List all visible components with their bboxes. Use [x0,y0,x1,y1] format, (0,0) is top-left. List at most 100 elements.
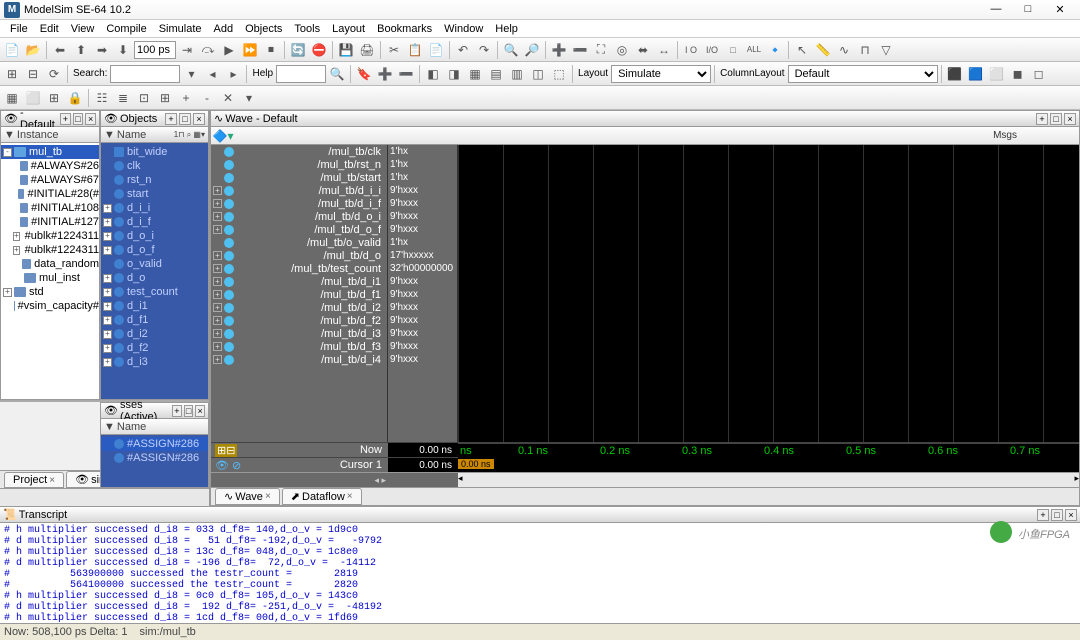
wave-signal-names[interactable]: /mul_tb/clk/mul_tb/rst_n/mul_tb/start +/m… [211,145,388,442]
sim-tree[interactable]: -mul_tb#ALWAYS#26#ALWAYS#67#INITIAL#28(#… [1,143,99,399]
expand-button[interactable]: ⊞ [2,64,22,84]
sim-item[interactable]: #ALWAYS#67 [1,173,99,187]
tab-dataflow[interactable]: ⬈Dataflow× [282,488,362,505]
wave-signal-name[interactable]: +/mul_tb/d_f2 [211,314,387,327]
tab-project[interactable]: Project× [4,472,64,488]
nav-back-button[interactable]: ⬅ [50,40,70,60]
undo-button[interactable]: ↶ [453,40,473,60]
zoom-cursor-button[interactable]: ◎ [612,40,632,60]
stop-button[interactable]: ⏹ [261,40,281,60]
processes-column-header[interactable]: ▼Name [101,419,208,435]
panel-max-button[interactable]: □ [184,405,194,417]
io2-button[interactable]: I/O [702,40,722,60]
panel-close-button[interactable]: × [195,405,205,417]
edge-button[interactable]: ⊓ [855,40,875,60]
extra10-button[interactable]: - [197,88,217,108]
object-item[interactable]: +d_i1 [101,299,208,313]
extra7-button[interactable]: ⊡ [134,88,154,108]
object-item[interactable]: +d_f2 [101,341,208,355]
panel-close-button[interactable]: × [193,113,205,125]
menu-add[interactable]: Add [208,23,240,35]
new-button[interactable]: 📄 [2,40,22,60]
wave-signal-name[interactable]: /mul_tb/clk [211,145,387,158]
wave-tool5-button[interactable]: ▥ [507,64,527,84]
run-button[interactable]: ▶ [219,40,239,60]
maximize-button[interactable]: □ [1016,3,1040,16]
extra4-button[interactable]: 🔒 [65,88,85,108]
wave-signal-name[interactable]: +/mul_tb/d_o_f [211,223,387,236]
menu-view[interactable]: View [65,23,101,35]
collapse-button[interactable]: ⊟ [23,64,43,84]
tab-wave[interactable]: ∿Wave× [215,488,280,505]
process-item[interactable]: #ASSIGN#286 [101,451,208,465]
sim-item[interactable]: mul_inst [1,271,99,285]
wave-tool7-button[interactable]: ⬚ [549,64,569,84]
run-all-button[interactable]: ⏩ [240,40,260,60]
wave-tool3-button[interactable]: ▦ [465,64,485,84]
panel-dock-button[interactable]: + [60,113,71,125]
cut-button[interactable]: ✂ [384,40,404,60]
zoom-2x-button[interactable]: ⬌ [633,40,653,60]
break-button[interactable]: ⛔ [309,40,329,60]
wave-canvas[interactable] [458,145,1079,442]
object-item[interactable]: +test_count [101,285,208,299]
wave-signal-name[interactable]: /mul_tb/rst_n [211,158,387,171]
object-item[interactable]: +d_o_f [101,243,208,257]
wave-signal-name[interactable]: +/mul_tb/d_f1 [211,288,387,301]
object-item[interactable]: o_valid [101,257,208,271]
save-button[interactable]: 💾 [336,40,356,60]
window-tool5-button[interactable]: ◻ [1029,64,1049,84]
zoom-full-button[interactable]: ⛶ [591,40,611,60]
transcript-body[interactable]: # h multiplier successed d_i8 = 033 d_f8… [0,523,1080,623]
extra2-button[interactable]: ⬜ [23,88,43,108]
search-go-button[interactable]: ▾ [181,64,201,84]
extra3-button[interactable]: ⊞ [44,88,64,108]
window-tool3-button[interactable]: ⬜ [987,64,1007,84]
bookmark-del-button[interactable]: ➖ [396,64,416,84]
object-item[interactable]: +d_o [101,271,208,285]
nav-up-button[interactable]: ⬆ [71,40,91,60]
menu-compile[interactable]: Compile [100,23,152,35]
object-item[interactable]: bit_wide [101,145,208,159]
search-next-button[interactable]: ▸ [223,64,243,84]
menu-layout[interactable]: Layout [326,23,371,35]
close-button[interactable]: ✕ [1048,3,1072,16]
io3-button[interactable]: □ [723,40,743,60]
wave-tool1-button[interactable]: ◧ [423,64,443,84]
wave-cursor-track[interactable]: 0.00 ns [458,458,1079,472]
object-item[interactable]: rst_n [101,173,208,187]
wave-signal-name[interactable]: +/mul_tb/d_o [211,249,387,262]
wave-signal-name[interactable]: /mul_tb/start [211,171,387,184]
object-item[interactable]: start [101,187,208,201]
bookmark-button[interactable]: 🔖 [354,64,374,84]
columnlayout-select[interactable]: Default [788,65,938,83]
zoom-in-button[interactable]: ➕ [549,40,569,60]
search-field[interactable] [110,65,180,83]
extra5-button[interactable]: ☷ [92,88,112,108]
sim-item[interactable]: #INITIAL#28(# [1,187,99,201]
bookmark-add-button[interactable]: ➕ [375,64,395,84]
processes-tree[interactable]: #ASSIGN#286#ASSIGN#286 [101,435,208,487]
sim-item[interactable]: -mul_tb [1,145,99,159]
object-item[interactable]: +d_i3 [101,355,208,369]
find-next-button[interactable]: 🔎 [522,40,542,60]
sim-column-header[interactable]: ▼Instance [1,127,99,143]
wave-cursor-icon[interactable]: 👁 ⊘ [215,459,241,472]
process-item[interactable]: #ASSIGN#286 [101,437,208,451]
help-go-button[interactable]: 🔍 [327,64,347,84]
wave-signal-name[interactable]: +/mul_tb/d_o_i [211,210,387,223]
wave-hscroll[interactable]: ◂ ▸ ◂▸ [211,472,1079,487]
menu-help[interactable]: Help [489,23,524,35]
redo-button[interactable]: ↷ [474,40,494,60]
wave-signal-name[interactable]: /mul_tb/o_valid [211,236,387,249]
cursor-mode-button[interactable]: ↖ [792,40,812,60]
paste-button[interactable]: 📄 [426,40,446,60]
menu-bookmarks[interactable]: Bookmarks [371,23,438,35]
sim-item[interactable]: #ALWAYS#26 [1,159,99,173]
menu-tools[interactable]: Tools [288,23,326,35]
object-item[interactable]: +d_i_f [101,215,208,229]
panel-close-button[interactable]: × [85,113,96,125]
nav-fwd-button[interactable]: ➡ [92,40,112,60]
menu-file[interactable]: File [4,23,34,35]
panel-dock-button[interactable]: + [165,113,177,125]
